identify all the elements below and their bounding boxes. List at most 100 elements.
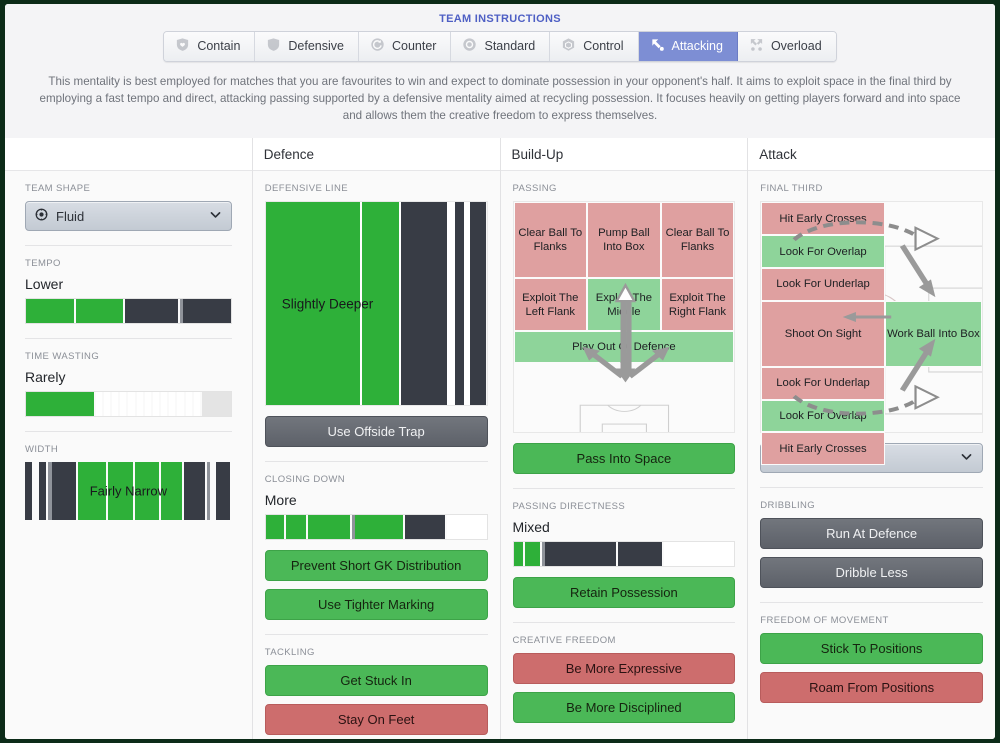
passing-zone-label: Clear Ball To Flanks [518,227,583,254]
tempo-segment[interactable] [182,299,231,324]
mentality-tab-standard[interactable]: Standard [451,32,551,61]
closing-down-segment[interactable] [265,515,286,540]
passing-directness-slider[interactable] [512,541,736,568]
retain-possession-button[interactable]: Retain Possession [512,577,736,609]
time-wasting-segment[interactable] [111,392,121,417]
freedom-of-movement-label: FREEDOM OF MOVEMENT [760,615,889,627]
width-bar[interactable] [108,462,135,521]
defensive-line-bar[interactable] [265,202,362,406]
passing-label: PASSING [512,183,557,195]
final-third-zone[interactable]: Work Ball Into Box [884,300,982,367]
mentality-tab-contain[interactable]: Contain [164,32,256,61]
dribbling-run-at-defence-button[interactable]: Run At Defence [760,518,983,550]
width-bar[interactable] [39,462,49,521]
passing-zone[interactable]: Pump Ball Into Box [587,202,661,279]
final-third-zone[interactable]: Look For Overlap [761,399,885,433]
time-wasting-segment[interactable] [202,392,231,417]
width-bar[interactable] [78,462,109,521]
time-wasting-segment[interactable] [120,392,129,417]
width-bar[interactable] [134,462,162,521]
tempo-slider[interactable] [25,298,232,325]
final-third-zone-label: Look For Overlap [779,245,867,258]
freedom-stick-to-positions-button[interactable]: Stick To Positions [760,633,983,665]
closing-down-segment[interactable] [354,515,406,540]
time-wasting-segment[interactable] [95,392,104,417]
final-third-zone[interactable]: Look For Underlap [761,268,885,301]
tackling-stay-on-feet-button[interactable]: Stay On Feet [264,704,488,736]
time-wasting-segment[interactable] [144,392,153,417]
final-third-zone[interactable]: Hit Early Crosses [761,202,885,236]
dribbling-dribble-less-button[interactable]: Dribble Less [760,557,983,589]
final-third-zone[interactable]: Hit Early Crosses [761,432,885,466]
shield-icon [266,37,281,55]
freedom-roam-from-positions-button[interactable]: Roam From Positions [760,672,983,704]
tackling-get-stuck-in-button[interactable]: Get Stuck In [264,665,488,697]
time-wasting-segment[interactable] [185,392,194,417]
final-third-zone[interactable]: Look For Underlap [761,366,885,400]
defence-use-tighter-marking-button[interactable]: Use Tighter Marking [264,589,488,621]
final-third-zone-label: Hit Early Crosses [779,442,867,455]
closing-down-segment[interactable] [446,515,487,540]
passing-zone[interactable]: Clear Ball To Flanks [513,202,587,279]
pass-into-space-button[interactable]: Pass Into Space [512,443,736,475]
time-wasting-segment[interactable] [177,392,186,417]
passing-directness-segment[interactable] [663,542,735,567]
width-bar[interactable] [25,462,34,521]
time-wasting-segment[interactable] [152,392,162,417]
divider [760,602,983,604]
defensive-line-label: DEFENSIVE LINE [264,183,348,195]
creative-freedom-be-more-expressive-button[interactable]: Be More Expressive [512,653,736,685]
final-third-zone[interactable]: Look For Overlap [761,235,885,269]
width-bar[interactable] [51,462,79,521]
time-wasting-segment[interactable] [161,392,170,417]
passing-zone[interactable]: Exploit The Middle [587,278,661,332]
width-bar[interactable] [183,462,207,521]
creative-freedom-be-more-disciplined-button[interactable]: Be More Disciplined [512,692,736,724]
passing-zone[interactable]: Exploit The Right Flank [660,278,735,332]
time-wasting-segment[interactable] [169,392,178,417]
defensive-line-bar[interactable] [401,202,450,406]
time-wasting-segment[interactable] [193,392,203,417]
use-offside-trap-button[interactable]: Use Offside Trap [264,416,488,448]
defensive-line-bar[interactable] [361,202,402,406]
tempo-segment[interactable] [75,299,126,324]
final-third-zone[interactable]: Shoot On Sight [761,300,885,367]
mentality-tab-defensive[interactable]: Defensive [255,32,359,61]
passing-zone[interactable]: Play Out Of Defence [513,331,735,364]
defensive-line-slider[interactable]: Slightly Deeper [264,201,488,407]
closing-down-segment[interactable] [285,515,308,540]
circle-target-icon [462,37,477,55]
mentality-tab-control[interactable]: Control [550,32,639,61]
closing-down-segment[interactable] [307,515,352,540]
mentality-tab-counter[interactable]: Counter [359,32,452,61]
passing-directness-segment[interactable] [524,542,543,567]
time-wasting-slider[interactable] [25,391,232,418]
passing-zone-label: Pump Ball Into Box [598,227,650,254]
time-wasting-segment[interactable] [103,392,112,417]
passing-zone[interactable]: Exploit The Left Flank [513,278,587,332]
divider [512,622,736,624]
defence-prevent-short-gk-distribution-button[interactable]: Prevent Short GK Distribution [264,550,488,582]
time-wasting-segment[interactable] [26,392,96,417]
team-shape-dropdown[interactable]: Fluid [25,201,232,232]
passing-zone[interactable]: Clear Ball To Flanks [660,202,735,279]
time-wasting-segment[interactable] [128,392,137,417]
tempo-segment[interactable] [26,299,76,324]
passing-directness-segment[interactable] [617,542,664,567]
final-third-pitch-grid[interactable]: Hit Early Crosses Look For Overlap Look Fo… [760,201,995,466]
mentality-tab-attacking[interactable]: Attacking [638,32,738,61]
defensive-line-bar[interactable] [455,202,466,406]
time-wasting-segment[interactable] [136,392,145,417]
tempo-segment[interactable] [125,299,180,324]
width-bar[interactable] [215,462,232,521]
mentality-tab-overload[interactable]: Overload [737,32,836,61]
width-bar[interactable] [161,462,184,521]
width-slider[interactable]: Fairly Narrow [25,462,232,521]
defensive-line-bar[interactable] [469,202,487,406]
passing-directness-segment[interactable] [545,542,618,567]
divider [25,338,232,340]
passing-directness-segment[interactable] [513,542,525,567]
closing-down-slider[interactable] [264,514,488,541]
passing-pitch-grid[interactable]: Clear Ball To Flanks Pump Ball Into Box Cl… [512,201,736,434]
closing-down-segment[interactable] [405,515,447,540]
